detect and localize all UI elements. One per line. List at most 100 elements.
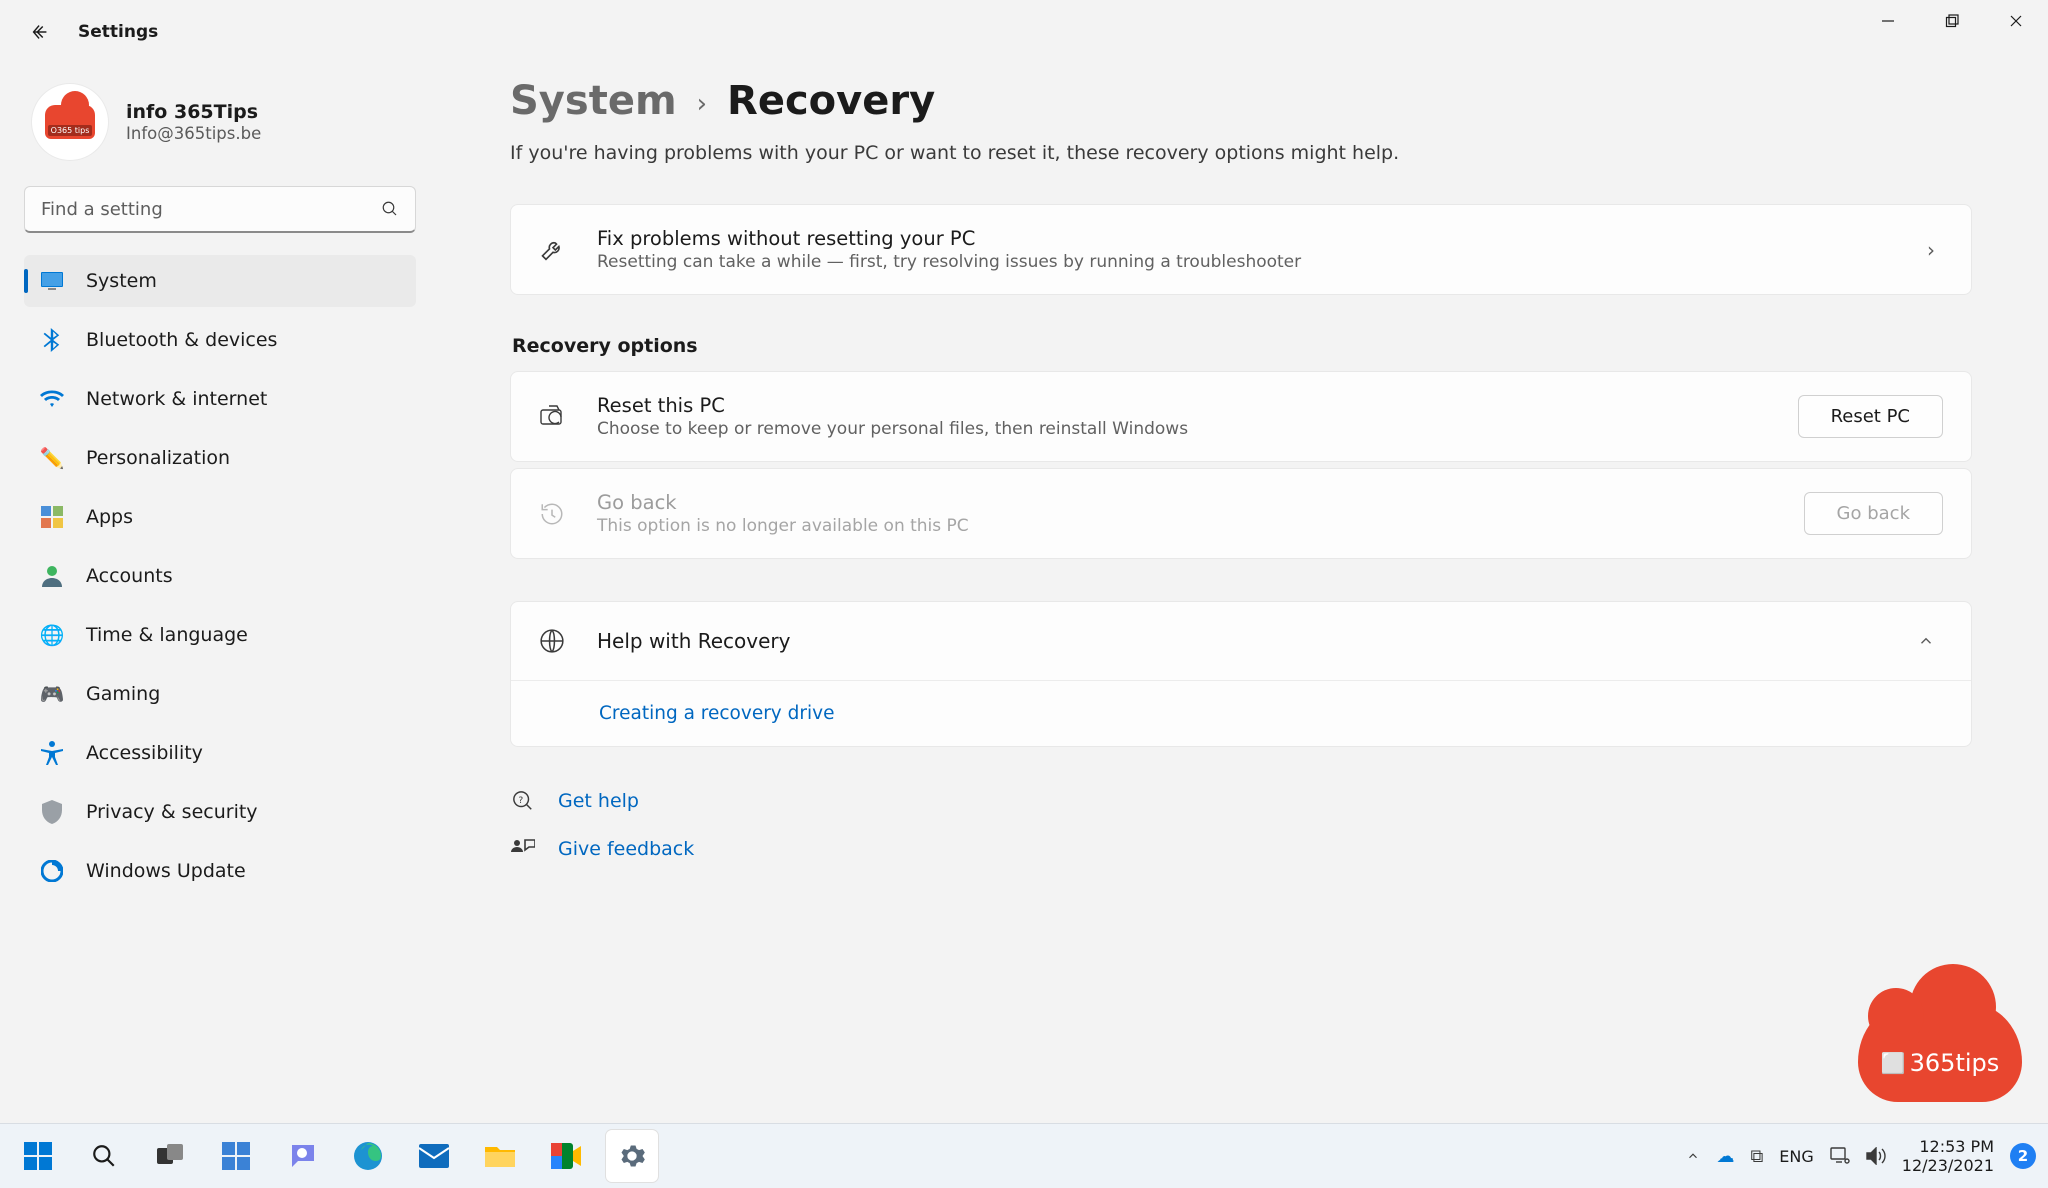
search-placeholder: Find a setting: [41, 199, 163, 220]
sidebar-item-label: Apps: [86, 506, 133, 528]
card-subtitle: This option is no longer available on th…: [597, 516, 1804, 536]
tray-network-icon[interactable]: [1830, 1147, 1850, 1165]
sidebar-item-time-language[interactable]: 🌐 Time & language: [24, 609, 416, 661]
fix-problems-card[interactable]: Fix problems without resetting your PC R…: [510, 204, 1972, 295]
sidebar-item-label: Bluetooth & devices: [86, 329, 277, 351]
chevron-up-icon: [1909, 632, 1943, 650]
sidebar-item-accounts[interactable]: Accounts: [24, 550, 416, 602]
wrench-icon: [539, 236, 573, 264]
taskbar-mail-button[interactable]: [408, 1130, 460, 1182]
taskbar-edge-button[interactable]: [342, 1130, 394, 1182]
account-name: info 365Tips: [126, 101, 261, 123]
sidebar-item-privacy[interactable]: Privacy & security: [24, 786, 416, 838]
sidebar-item-label: Network & internet: [86, 388, 267, 410]
sidebar-item-bluetooth[interactable]: Bluetooth & devices: [24, 314, 416, 366]
bluetooth-icon: [40, 328, 64, 352]
sidebar-item-network[interactable]: Network & internet: [24, 373, 416, 425]
search-input[interactable]: Find a setting: [24, 186, 416, 233]
get-help-link[interactable]: ? Get help: [510, 781, 1972, 821]
feedback-icon: [510, 838, 536, 860]
tray-time: 12:53 PM: [1902, 1137, 1994, 1156]
taskbar-right: ☁ ⧉ ENG 12:53 PM 12/23/2021 2: [1686, 1137, 2036, 1175]
section-label: Recovery options: [512, 335, 1972, 357]
window-controls: [1856, 0, 2048, 42]
card-title: Go back: [597, 491, 1804, 514]
footer-links: ? Get help Give feedback: [510, 781, 1972, 869]
help-expander-header[interactable]: Help with Recovery: [511, 602, 1971, 680]
go-back-card: Go back This option is no longer availab…: [510, 468, 1972, 559]
tray-volume-icon[interactable]: [1866, 1147, 1886, 1165]
give-feedback-link[interactable]: Give feedback: [510, 829, 1972, 869]
recovery-drive-link[interactable]: Creating a recovery drive: [599, 703, 834, 724]
tray-language[interactable]: ENG: [1779, 1147, 1813, 1166]
taskbar-chat-button[interactable]: [276, 1130, 328, 1182]
tray-dropbox-icon[interactable]: ⧉: [1750, 1146, 1763, 1167]
title-bar: Settings: [0, 0, 2048, 64]
tray-clock[interactable]: 12:53 PM 12/23/2021: [1902, 1137, 1994, 1175]
sidebar: O365 tips info 365Tips Info@365tips.be F…: [0, 64, 420, 1124]
taskbar: ☁ ⧉ ENG 12:53 PM 12/23/2021 2: [0, 1123, 2048, 1188]
reset-icon: [539, 404, 573, 430]
taskbar-left: [12, 1130, 658, 1182]
avatar: O365 tips: [32, 84, 108, 160]
taskbar-explorer-button[interactable]: [474, 1130, 526, 1182]
sidebar-item-label: Personalization: [86, 447, 230, 469]
sidebar-item-label: Gaming: [86, 683, 160, 705]
sidebar-item-windows-update[interactable]: Windows Update: [24, 845, 416, 897]
sidebar-item-system[interactable]: System: [24, 255, 416, 307]
svg-text:?: ?: [518, 795, 523, 806]
breadcrumb-parent[interactable]: System: [510, 78, 677, 124]
wifi-icon: [40, 387, 64, 411]
sidebar-item-gaming[interactable]: 🎮 Gaming: [24, 668, 416, 720]
search-icon: [381, 200, 399, 218]
sidebar-item-label: Time & language: [86, 624, 248, 646]
card-title: Fix problems without resetting your PC: [597, 227, 1919, 250]
sidebar-item-accessibility[interactable]: Accessibility: [24, 727, 416, 779]
card-subtitle: Resetting can take a while — first, try …: [597, 252, 1919, 272]
apps-icon: [40, 505, 64, 529]
sidebar-item-label: System: [86, 270, 157, 292]
close-button[interactable]: [1984, 0, 2048, 42]
system-icon: [40, 269, 64, 293]
sidebar-item-label: Accessibility: [86, 742, 203, 764]
taskbar-meet-button[interactable]: [540, 1130, 592, 1182]
shield-icon: [40, 800, 64, 824]
globe-clock-icon: 🌐: [40, 623, 64, 647]
tray-date: 12/23/2021: [1902, 1156, 1994, 1175]
maximize-button[interactable]: [1920, 0, 1984, 42]
sidebar-item-personalization[interactable]: ✏️ Personalization: [24, 432, 416, 484]
tray-chevron-icon[interactable]: [1686, 1149, 1700, 1163]
go-back-button: Go back: [1804, 492, 1943, 535]
watermark-logo: ⬜365tips: [1858, 1004, 2022, 1108]
account-email: Info@365tips.be: [126, 124, 261, 143]
breadcrumb: System › Recovery: [510, 78, 1972, 124]
gamepad-icon: 🎮: [40, 682, 64, 706]
taskbar-taskview-button[interactable]: [144, 1130, 196, 1182]
accessibility-icon: [40, 741, 64, 765]
back-button[interactable]: [18, 10, 62, 54]
update-icon: [40, 859, 64, 883]
link-label: Get help: [558, 790, 639, 812]
globe-help-icon: [539, 628, 573, 654]
account-card[interactable]: O365 tips info 365Tips Info@365tips.be: [24, 76, 420, 178]
nav-list: System Bluetooth & devices Network & int…: [24, 255, 420, 897]
window-title: Settings: [78, 22, 158, 42]
chevron-right-icon: ›: [1919, 238, 1943, 262]
minimize-button[interactable]: [1856, 0, 1920, 42]
reset-pc-button[interactable]: Reset PC: [1798, 395, 1943, 438]
history-icon: [539, 501, 573, 527]
tray-onedrive-icon[interactable]: ☁: [1716, 1146, 1734, 1167]
taskbar-widgets-button[interactable]: [210, 1130, 262, 1182]
person-icon: [40, 564, 64, 588]
tray-notifications-badge[interactable]: 2: [2010, 1143, 2036, 1169]
reset-pc-card: Reset this PC Choose to keep or remove y…: [510, 371, 1972, 462]
expander-body: Creating a recovery drive: [511, 680, 1971, 746]
taskbar-search-button[interactable]: [78, 1130, 130, 1182]
sidebar-item-apps[interactable]: Apps: [24, 491, 416, 543]
page-title: Recovery: [727, 78, 935, 124]
taskbar-settings-button[interactable]: [606, 1130, 658, 1182]
help-expander: Help with Recovery Creating a recovery d…: [510, 601, 1972, 747]
start-button[interactable]: [12, 1130, 64, 1182]
card-title: Reset this PC: [597, 394, 1798, 417]
sidebar-item-label: Windows Update: [86, 860, 246, 882]
